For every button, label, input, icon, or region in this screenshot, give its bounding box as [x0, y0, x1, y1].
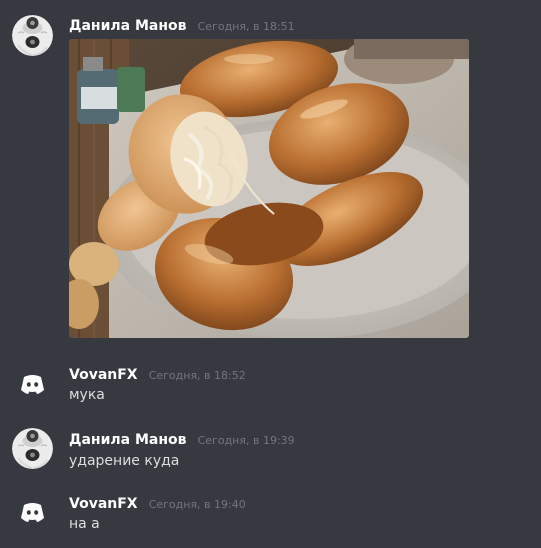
timestamp: Сегодня, в 19:39: [197, 434, 295, 447]
cat-face-icon: [12, 15, 53, 56]
timestamp: Сегодня, в 18:51: [197, 20, 295, 33]
avatar[interactable]: [12, 363, 53, 404]
pirozhki-photo: [69, 39, 469, 338]
username[interactable]: Данила Манов: [69, 432, 187, 448]
username[interactable]: VovanFX: [69, 496, 138, 512]
message-text: ударение куда: [69, 453, 180, 469]
avatar[interactable]: [12, 15, 53, 56]
message-group: Данила Манов Сегодня, в 18:51: [0, 0, 541, 345]
message-header: VovanFX Сегодня, в 18:52: [69, 365, 246, 385]
discord-logo-icon: [21, 375, 44, 394]
discord-logo-icon: [21, 503, 44, 522]
message-text: мука: [69, 387, 105, 403]
timestamp: Сегодня, в 18:52: [148, 369, 246, 382]
message-group: Данила Манов Сегодня, в 19:39 ударение к…: [0, 420, 541, 480]
image-attachment[interactable]: [69, 39, 469, 338]
message-header: Данила Манов Сегодня, в 19:39: [69, 430, 295, 450]
timestamp: Сегодня, в 19:40: [148, 498, 246, 511]
cat-face-icon: [12, 428, 53, 469]
chat-message-list: Данила Манов Сегодня, в 18:51 VovanFX Се…: [0, 0, 541, 548]
message-text: на а: [69, 516, 100, 532]
message-group: VovanFX Сегодня, в 19:40 на а: [0, 485, 541, 545]
username[interactable]: Данила Манов: [69, 18, 187, 34]
username[interactable]: VovanFX: [69, 367, 138, 383]
message-header: Данила Манов Сегодня, в 18:51: [69, 16, 295, 36]
avatar[interactable]: [12, 428, 53, 469]
message-group: VovanFX Сегодня, в 18:52 мука: [0, 355, 541, 415]
avatar[interactable]: [12, 491, 53, 532]
message-header: VovanFX Сегодня, в 19:40: [69, 494, 246, 514]
